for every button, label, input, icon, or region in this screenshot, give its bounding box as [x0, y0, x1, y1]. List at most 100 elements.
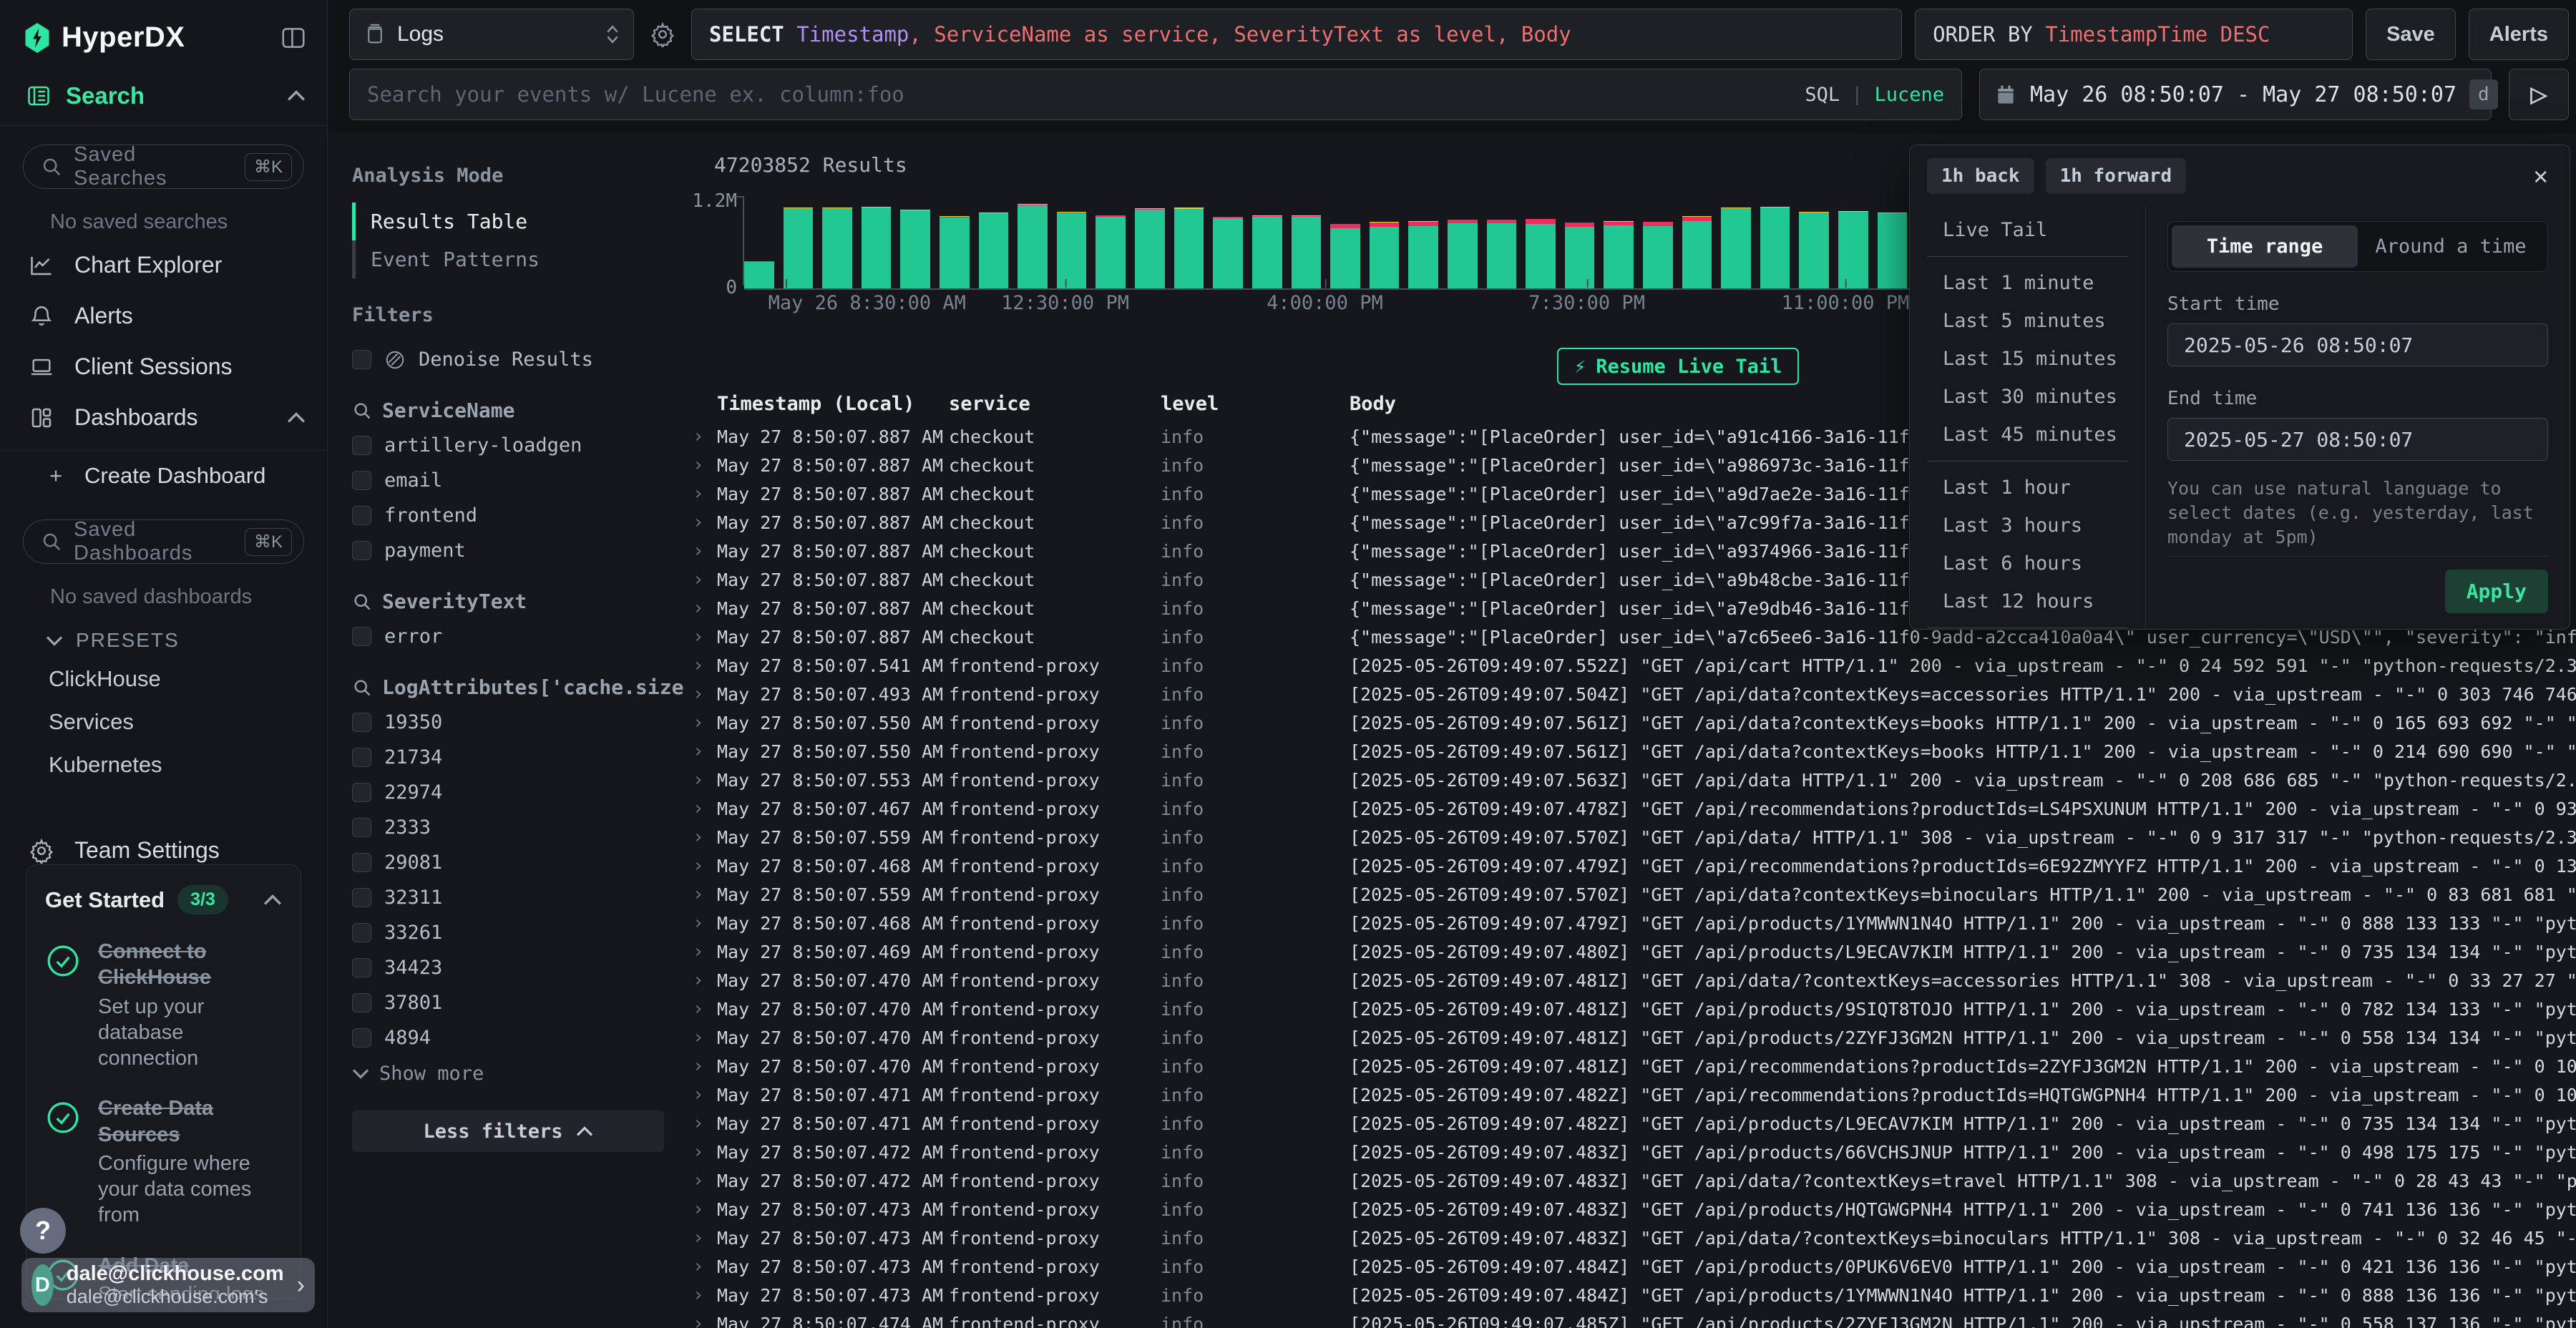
histogram-bar[interactable]	[1057, 200, 1087, 288]
histogram-bar[interactable]	[1330, 200, 1360, 288]
order-by-editor[interactable]: ORDER BY TimestampTime DESC	[1915, 9, 2353, 60]
column-header-service[interactable]: ⋮service	[949, 393, 1161, 415]
histogram-bar[interactable]	[1252, 200, 1282, 288]
start-time-input[interactable]: 2025-05-26 08:50:07	[2167, 323, 2548, 366]
expand-row-icon[interactable]: ›	[686, 1227, 717, 1249]
histogram-bar[interactable]	[784, 200, 814, 288]
histogram-bar[interactable]	[1487, 200, 1517, 288]
time-range-preset[interactable]: Last 12 hours	[1910, 582, 2145, 620]
facet-value-checkbox[interactable]: 32311	[352, 880, 664, 915]
expand-row-icon[interactable]: ›	[686, 826, 717, 848]
source-settings-gear-icon[interactable]	[650, 21, 675, 47]
histogram-bar[interactable]	[1604, 200, 1634, 288]
close-icon[interactable]: ✕	[2529, 162, 2552, 190]
expand-row-icon[interactable]: ›	[686, 1313, 717, 1328]
expand-row-icon[interactable]: ›	[686, 483, 717, 504]
preset-item[interactable]: Kubernetes	[0, 743, 327, 786]
expand-row-icon[interactable]: ›	[686, 769, 717, 791]
time-back-button[interactable]: 1h back	[1927, 158, 2034, 194]
lang-toggle-sql[interactable]: SQL	[1805, 84, 1840, 106]
expand-row-icon[interactable]: ›	[686, 1055, 717, 1077]
expand-row-icon[interactable]: ›	[686, 683, 717, 705]
expand-row-icon[interactable]: ›	[686, 998, 717, 1020]
expand-row-icon[interactable]: ›	[686, 712, 717, 733]
facet-value-checkbox[interactable]: 2333	[352, 810, 664, 845]
log-row[interactable]: › May 27 8:50:07.470 AM frontend-proxy i…	[686, 1023, 2576, 1052]
source-select[interactable]: Logs	[349, 9, 634, 60]
time-range-preset[interactable]: Live Tail	[1910, 211, 2145, 249]
log-row[interactable]: › May 27 8:50:07.472 AM frontend-proxy i…	[686, 1166, 2576, 1195]
sidebar-item-search[interactable]: Search	[0, 72, 327, 126]
facet-value-checkbox[interactable]: 37801	[352, 985, 664, 1020]
log-row[interactable]: › May 27 8:50:07.473 AM frontend-proxy i…	[686, 1195, 2576, 1224]
get-started-item[interactable]: Create Data SourcesConfigure where your …	[45, 1095, 282, 1228]
facet-value-checkbox[interactable]: 19350	[352, 705, 664, 740]
expand-row-icon[interactable]: ›	[686, 655, 717, 676]
time-range-preset[interactable]: Last 15 minutes	[1910, 340, 2145, 378]
log-row[interactable]: › May 27 8:50:07.470 AM frontend-proxy i…	[686, 1052, 2576, 1080]
log-row[interactable]: › May 27 8:50:07.469 AM frontend-proxy i…	[686, 937, 2576, 966]
apply-button[interactable]: Apply	[2445, 570, 2548, 613]
lang-toggle-lucene[interactable]: Lucene	[1874, 84, 1944, 106]
sidebar-item-chart-explorer[interactable]: Chart Explorer	[0, 240, 327, 290]
expand-row-icon[interactable]: ›	[686, 970, 717, 991]
histogram-bar[interactable]	[1878, 200, 1908, 288]
facet-value-checkbox[interactable]: payment	[352, 533, 664, 568]
date-range-input[interactable]: May 26 08:50:07 - May 27 08:50:07 d	[1979, 69, 2492, 120]
help-button[interactable]: ?	[20, 1208, 66, 1254]
log-row[interactable]: › May 27 8:50:07.473 AM frontend-proxy i…	[686, 1281, 2576, 1309]
preset-item[interactable]: Services	[0, 700, 327, 743]
expand-row-icon[interactable]: ›	[686, 941, 717, 962]
log-row[interactable]: › May 27 8:50:07.472 AM frontend-proxy i…	[686, 1138, 2576, 1166]
expand-row-icon[interactable]: ›	[686, 855, 717, 877]
histogram-bar[interactable]	[1408, 200, 1438, 288]
histogram-bar[interactable]	[1292, 200, 1322, 288]
expand-row-icon[interactable]: ›	[686, 512, 717, 533]
expand-row-icon[interactable]: ›	[686, 454, 717, 476]
log-row[interactable]: › May 27 8:50:07.468 AM frontend-proxy i…	[686, 909, 2576, 937]
alerts-button[interactable]: Alerts	[2469, 9, 2569, 60]
histogram-bar[interactable]	[1096, 200, 1126, 288]
histogram-bar[interactable]	[1174, 200, 1204, 288]
search-icon[interactable]	[352, 678, 372, 698]
preset-item[interactable]: ClickHouse	[0, 658, 327, 700]
facet-value-checkbox[interactable]: 29081	[352, 845, 664, 880]
histogram-bar[interactable]	[940, 200, 970, 288]
histogram-bar[interactable]	[862, 200, 892, 288]
search-icon[interactable]	[352, 401, 372, 421]
log-row[interactable]: › May 27 8:50:07.471 AM frontend-proxy i…	[686, 1109, 2576, 1138]
analysis-mode-option[interactable]: Results Table	[352, 202, 664, 240]
histogram-bar[interactable]	[1213, 200, 1243, 288]
histogram-bar[interactable]	[1565, 200, 1595, 288]
facet-value-checkbox[interactable]: frontend	[352, 498, 664, 533]
select-query-editor[interactable]: SELECT Timestamp, ServiceName as service…	[691, 9, 1902, 60]
histogram-bar[interactable]	[1448, 200, 1478, 288]
expand-row-icon[interactable]: ›	[686, 1113, 717, 1134]
expand-row-icon[interactable]: ›	[686, 884, 717, 905]
time-range-preset[interactable]: Last 30 minutes	[1910, 378, 2145, 416]
histogram-bar[interactable]	[1682, 200, 1712, 288]
log-row[interactable]: › May 27 8:50:07.467 AM frontend-proxy i…	[686, 794, 2576, 823]
log-row[interactable]: › May 27 8:50:07.550 AM frontend-proxy i…	[686, 708, 2576, 737]
create-dashboard-button[interactable]: + Create Dashboard	[0, 451, 327, 501]
expand-row-icon[interactable]: ›	[686, 741, 717, 762]
event-search-input[interactable]: Search your events w/ Lucene ex. column:…	[349, 69, 1962, 120]
analysis-mode-option[interactable]: Event Patterns	[352, 240, 664, 278]
user-menu[interactable]: D dale@clickhouse.com dale@clickhouse.co…	[21, 1258, 315, 1312]
time-picker-tab[interactable]: Time range	[2172, 225, 2358, 268]
log-row[interactable]: › May 27 8:50:07.473 AM frontend-proxy i…	[686, 1252, 2576, 1281]
expand-row-icon[interactable]: ›	[686, 1027, 717, 1048]
expand-row-icon[interactable]: ›	[686, 540, 717, 562]
show-more-button[interactable]: Show more	[352, 1055, 664, 1092]
facet-value-checkbox[interactable]: artillery-loadgen	[352, 428, 664, 463]
histogram-bar[interactable]	[1760, 200, 1790, 288]
histogram-bar[interactable]	[1018, 200, 1048, 288]
time-range-preset[interactable]: Last 6 hours	[1910, 545, 2145, 582]
end-time-input[interactable]: 2025-05-27 08:50:07	[2167, 418, 2548, 461]
presets-toggle[interactable]: PRESETS	[0, 615, 327, 658]
time-picker-tab[interactable]: Around a time	[2358, 225, 2544, 268]
log-row[interactable]: › May 27 8:50:07.559 AM frontend-proxy i…	[686, 823, 2576, 851]
expand-row-icon[interactable]: ›	[686, 912, 717, 934]
expand-row-icon[interactable]: ›	[686, 1141, 717, 1163]
log-row[interactable]: › May 27 8:50:07.474 AM frontend-proxy i…	[686, 1309, 2576, 1328]
